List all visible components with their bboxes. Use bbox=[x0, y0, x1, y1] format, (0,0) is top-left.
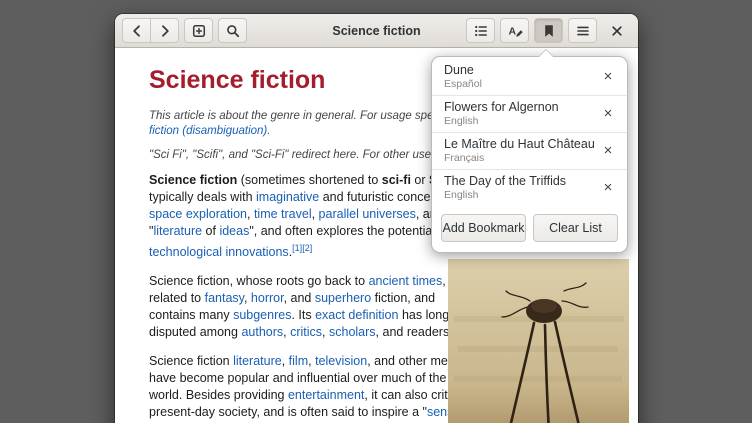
window-title: Science fiction bbox=[332, 24, 420, 38]
text-span: , bbox=[322, 325, 329, 339]
wiki-link[interactable]: critics bbox=[290, 325, 322, 339]
remove-bookmark-button[interactable]: × bbox=[595, 138, 621, 164]
text-span: , bbox=[312, 207, 319, 221]
wiki-link[interactable]: superhero bbox=[315, 291, 371, 305]
bookmark-text: The Day of the Triffids English bbox=[444, 174, 566, 201]
text-span: Science fiction, whose roots go back to bbox=[149, 274, 369, 288]
text-span: present-day society, and is often said t… bbox=[149, 405, 427, 419]
popover-actions: Add Bookmark Clear List bbox=[432, 206, 627, 252]
back-button[interactable] bbox=[122, 18, 151, 43]
wiki-link[interactable]: fantasy bbox=[205, 291, 244, 305]
text-span: have become popular and influential over… bbox=[149, 371, 446, 385]
article-image[interactable] bbox=[448, 259, 629, 423]
wiki-link[interactable]: literature bbox=[233, 354, 282, 368]
remove-bookmark-button[interactable]: × bbox=[595, 64, 621, 90]
text-span: world. Besides providing bbox=[149, 388, 288, 402]
wiki-link[interactable]: parallel universes bbox=[319, 207, 416, 221]
text-span: contains many bbox=[149, 308, 233, 322]
bookmark-text: Dune Español bbox=[444, 63, 482, 90]
new-tab-button[interactable] bbox=[184, 18, 213, 43]
bookmark-language: Español bbox=[444, 78, 482, 90]
wiki-link[interactable]: film bbox=[289, 354, 308, 368]
text-span: (sometimes shortened to bbox=[237, 173, 382, 187]
bookmark-text: Flowers for Algernon English bbox=[444, 100, 559, 127]
wiki-link[interactable]: space exploration bbox=[149, 207, 247, 221]
text-span: . bbox=[267, 125, 270, 137]
text-span: of bbox=[202, 224, 219, 238]
text-span: , bbox=[247, 207, 254, 221]
wiki-link[interactable]: scholars bbox=[329, 325, 376, 339]
remove-bookmark-button[interactable]: × bbox=[595, 175, 621, 201]
bookmarks-popover: Dune Español × Flowers for Algernon Engl… bbox=[431, 56, 628, 253]
add-bookmark-button[interactable]: Add Bookmark bbox=[441, 214, 526, 242]
bookmark-item[interactable]: Le Maître du Haut Château Français × bbox=[432, 133, 627, 169]
wiki-link[interactable]: entertainment bbox=[288, 388, 364, 402]
language-icon: A bbox=[507, 23, 523, 39]
hamburger-menu-icon bbox=[575, 23, 591, 39]
close-button[interactable] bbox=[602, 18, 631, 43]
text-span: Science fiction bbox=[149, 354, 233, 368]
text-span: sci-fi bbox=[382, 173, 411, 187]
search-icon bbox=[225, 23, 241, 39]
wiki-link[interactable]: fiction (disambiguation) bbox=[149, 125, 267, 137]
wiki-link[interactable]: horror bbox=[251, 291, 284, 305]
text-span: , bbox=[282, 354, 289, 368]
new-tab-icon bbox=[191, 23, 207, 39]
bookmarks-button[interactable] bbox=[534, 18, 563, 43]
chevron-left-icon bbox=[129, 23, 145, 39]
bookmark-title: Dune bbox=[444, 63, 482, 78]
app-window: Science fiction A Science fiction This a… bbox=[115, 14, 638, 423]
bookmark-icon bbox=[541, 23, 557, 39]
reference-link[interactable]: [1] bbox=[292, 243, 302, 253]
toc-button[interactable] bbox=[466, 18, 495, 43]
bookmark-item[interactable]: The Day of the Triffids English × bbox=[432, 170, 627, 206]
headerbar-left-group bbox=[122, 18, 247, 43]
headerbar: Science fiction A bbox=[115, 14, 638, 48]
wiki-link[interactable]: television bbox=[315, 354, 367, 368]
text-span: , and readers. bbox=[376, 325, 453, 339]
text-span: fiction, and bbox=[371, 291, 435, 305]
reference-link[interactable]: [2] bbox=[302, 243, 312, 253]
bookmark-title: Flowers for Algernon bbox=[444, 100, 559, 115]
bookmark-title: Le Maître du Haut Château bbox=[444, 137, 595, 152]
wiki-link[interactable]: authors bbox=[241, 325, 283, 339]
wiki-link[interactable]: literature bbox=[153, 224, 202, 238]
wiki-link[interactable]: technological innovations bbox=[149, 245, 289, 259]
wiki-link[interactable]: ancient times bbox=[369, 274, 443, 288]
clear-list-button[interactable]: Clear List bbox=[533, 214, 618, 242]
bullet-list-icon bbox=[473, 23, 489, 39]
chevron-right-icon bbox=[157, 23, 173, 39]
text-span: or bbox=[411, 173, 429, 187]
wiki-link[interactable]: subgenres bbox=[233, 308, 291, 322]
bookmark-language: English bbox=[444, 189, 566, 201]
close-icon bbox=[609, 23, 625, 39]
text-span: , bbox=[244, 291, 251, 305]
wiki-link[interactable]: exact definition bbox=[315, 308, 398, 322]
history-button-group bbox=[122, 18, 179, 43]
bookmark-title: The Day of the Triffids bbox=[444, 174, 566, 189]
wiki-link[interactable]: ideas bbox=[219, 224, 249, 238]
text-span: Science fiction bbox=[149, 173, 237, 187]
bookmark-language: English bbox=[444, 115, 559, 127]
svg-text:A: A bbox=[508, 25, 516, 37]
bookmark-item[interactable]: Flowers for Algernon English × bbox=[432, 96, 627, 132]
search-button[interactable] bbox=[218, 18, 247, 43]
bookmark-language: Français bbox=[444, 152, 595, 164]
remove-bookmark-button[interactable]: × bbox=[595, 101, 621, 127]
bookmark-item[interactable]: Dune Español × bbox=[432, 59, 627, 95]
text-span: . Its bbox=[291, 308, 315, 322]
wiki-link[interactable]: imaginative bbox=[256, 190, 319, 204]
tripod-illustration bbox=[448, 259, 629, 423]
menu-button[interactable] bbox=[568, 18, 597, 43]
text-span: "Sci Fi", "Scifi", and "Sci-Fi" redirect… bbox=[149, 149, 465, 161]
text-span: related to bbox=[149, 291, 205, 305]
text-span: typically deals with bbox=[149, 190, 256, 204]
bookmark-text: Le Maître du Haut Château Français bbox=[444, 137, 595, 164]
wiki-link[interactable]: time travel bbox=[254, 207, 312, 221]
forward-button[interactable] bbox=[150, 18, 179, 43]
headerbar-right-group: A bbox=[466, 18, 631, 43]
text-span: , and bbox=[284, 291, 315, 305]
languages-button[interactable]: A bbox=[500, 18, 529, 43]
text-span: disputed among bbox=[149, 325, 241, 339]
